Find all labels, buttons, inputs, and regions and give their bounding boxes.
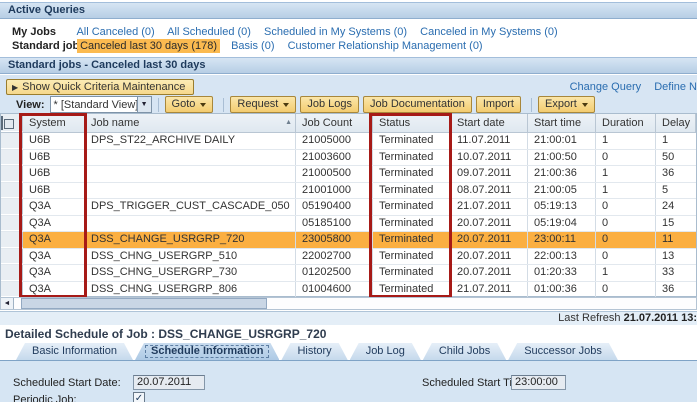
scroll-left-icon[interactable]: ◄ (1, 298, 14, 309)
query-link-canceled-my-systems[interactable]: Canceled in My Systems (0) (420, 26, 558, 38)
row-selector[interactable] (1, 199, 23, 215)
query-link-all-scheduled[interactable]: All Scheduled (0) (167, 26, 251, 38)
menu-arrow-icon (581, 102, 588, 107)
query-link-crm[interactable]: Customer Relationship Management (0) (288, 40, 483, 52)
column-header-start-date[interactable]: Start date (451, 114, 528, 132)
table-row[interactable]: U6B DPS_ST22_ARCHIVE DAILY 21005000 Term… (1, 133, 696, 150)
row-selector[interactable] (1, 149, 23, 165)
table-row[interactable]: U6B 21003600 Terminated 10.07.2011 21:00… (1, 149, 696, 166)
standard-jobs-row: Standard jobs Canceled last 30 days (178… (12, 39, 493, 53)
table-row[interactable]: Q3A 05185100 Terminated 20.07.2011 05:19… (1, 215, 696, 232)
table-row[interactable]: Q3A DSS_CHNG_USERGRP_806 01004600 Termin… (1, 281, 696, 298)
toolbar-separator (157, 97, 159, 112)
tab-history[interactable]: History (281, 343, 347, 360)
table-row[interactable]: U6B 21000500 Terminated 09.07.2011 21:00… (1, 166, 696, 183)
request-button[interactable]: Request (230, 96, 297, 113)
criteria-panel: ▶ Show Quick Criteria Maintenance Change … (0, 75, 697, 113)
column-header-duration[interactable]: Duration (596, 114, 656, 132)
row-selector[interactable] (1, 182, 23, 198)
view-dropdown[interactable]: * [Standard View] ▼ (49, 96, 152, 113)
toolbar-separator (223, 97, 225, 112)
table-header-row: System Job name ▲ Job Count Status Start … (1, 114, 696, 133)
tab-job-log[interactable]: Job Log (350, 343, 421, 360)
table-row[interactable]: Q3A DPS_TRIGGER_CUST_CASCADE_050 0519040… (1, 199, 696, 216)
query-link-canceled-30-days[interactable]: Canceled last 30 days (178) (77, 39, 221, 53)
query-link-scheduled-my-systems[interactable]: Scheduled in My Systems (0) (264, 26, 407, 38)
row-selector[interactable] (1, 265, 23, 281)
query-link-basis[interactable]: Basis (0) (231, 40, 274, 52)
select-all-icon (1, 116, 3, 130)
row-selector[interactable] (1, 281, 23, 297)
goto-button[interactable]: Goto (164, 96, 214, 113)
last-refresh-label: Last Refresh (558, 312, 621, 324)
schedule-information-panel: Scheduled Start Date: 20.07.2011 Schedul… (0, 360, 697, 402)
menu-arrow-icon (200, 102, 207, 107)
expand-arrow-icon: ▶ (12, 83, 19, 92)
horizontal-scrollbar[interactable]: ◄ (0, 297, 697, 310)
section-header: Standard jobs - Canceled last 30 days (0, 57, 697, 74)
standard-jobs-label: Standard jobs (12, 40, 86, 52)
import-button[interactable]: Import (475, 96, 521, 113)
dropdown-arrow-icon[interactable]: ▼ (136, 97, 151, 112)
change-query-link[interactable]: Change Query (570, 81, 642, 93)
column-header-job-count[interactable]: Job Count (296, 114, 373, 132)
query-link-all-canceled[interactable]: All Canceled (0) (76, 26, 154, 38)
my-jobs-label: My Jobs (12, 26, 57, 38)
column-header-system[interactable]: System (23, 114, 85, 132)
row-selector[interactable] (1, 248, 23, 264)
job-documentation-button[interactable]: Job Documentation (363, 96, 472, 113)
tab-successor-jobs[interactable]: Successor Jobs (508, 343, 618, 360)
view-dropdown-value: * [Standard View] (53, 98, 137, 111)
row-selector[interactable] (1, 215, 23, 231)
table-row[interactable]: Q3A DSS_CHNG_USERGRP_510 22002700 Termin… (1, 248, 696, 265)
toolbar-separator (531, 97, 532, 112)
view-label: View: (16, 98, 45, 111)
detail-tabbar: Basic Information Schedule Information H… (16, 343, 620, 360)
jobs-table: System Job name ▲ Job Count Status Start … (0, 113, 697, 298)
column-header-job-name[interactable]: Job name ▲ (85, 114, 296, 132)
row-selector[interactable] (1, 133, 23, 149)
export-button[interactable]: Export (538, 96, 595, 113)
tab-schedule-information[interactable]: Schedule Information (135, 343, 279, 360)
column-header-delay[interactable]: Delay (656, 114, 696, 132)
detail-section-title: Detailed Schedule of Job : DSS_CHANGE_US… (5, 327, 327, 341)
select-all-cell[interactable] (1, 114, 23, 132)
scrollbar-thumb[interactable] (21, 298, 267, 309)
show-quick-criteria-button[interactable]: ▶ Show Quick Criteria Maintenance (6, 79, 195, 95)
last-refresh-value: 21.07.2011 13: (623, 312, 697, 324)
row-selector[interactable] (1, 166, 23, 182)
table-row-selected[interactable]: Q3A DSS_CHANGE_USRGRP_720 23005800 Termi… (1, 232, 696, 249)
column-header-status[interactable]: Status (373, 114, 451, 132)
sort-ascending-icon: ▲ (285, 119, 292, 126)
scheduled-start-date-label: Scheduled Start Date: (13, 377, 121, 389)
tab-child-jobs[interactable]: Child Jobs (423, 343, 506, 360)
menu-arrow-icon (283, 102, 290, 107)
last-refresh-bar: Last Refresh 21.07.2011 13: (0, 311, 697, 325)
scheduled-start-time-field[interactable]: 23:00:00 (511, 375, 566, 390)
table-row[interactable]: Q3A DSS_CHNG_USERGRP_730 01202500 Termin… (1, 265, 696, 282)
table-row[interactable]: U6B 21001000 Terminated 08.07.2011 21:00… (1, 182, 696, 199)
job-logs-button[interactable]: Job Logs (300, 96, 360, 113)
periodic-job-checkbox[interactable]: ✓ (133, 392, 145, 402)
query-actions: Change Query Define N (560, 81, 697, 93)
scheduled-start-date-field[interactable]: 20.07.2011 (133, 375, 205, 390)
my-jobs-row: My Jobs All Canceled (0) All Scheduled (… (12, 26, 568, 38)
active-queries-header: Active Queries (0, 2, 697, 19)
tab-basic-information[interactable]: Basic Information (16, 343, 133, 360)
periodic-job-label: Periodic Job: (13, 394, 77, 402)
row-selector[interactable] (1, 232, 23, 248)
column-header-start-time[interactable]: Start time (528, 114, 596, 132)
define-new-query-link[interactable]: Define N (654, 81, 697, 93)
table-toolbar: View: * [Standard View] ▼ Goto Request J… (16, 96, 599, 113)
